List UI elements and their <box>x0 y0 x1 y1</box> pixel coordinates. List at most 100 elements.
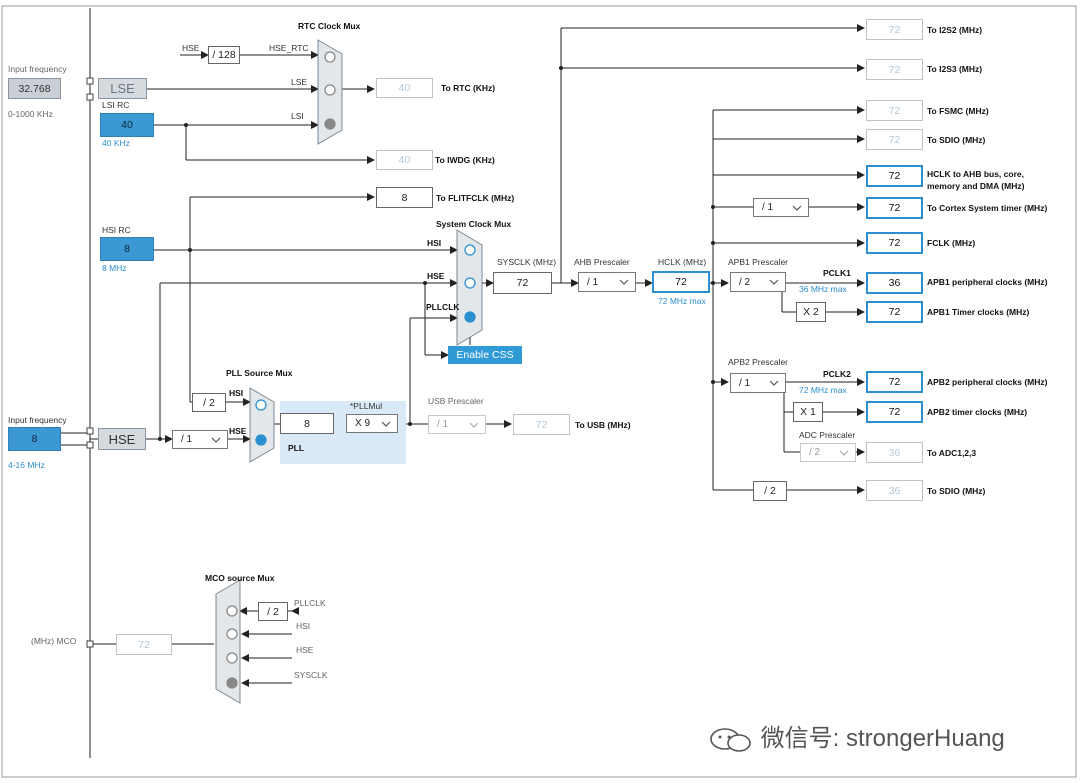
ahb-prescaler-value: / 1 <box>587 276 599 288</box>
fsmc-value: 72 <box>866 100 923 121</box>
fclk-value[interactable]: 72 <box>866 232 923 254</box>
apb2-timer-label: APB2 timer clocks (MHz) <box>927 407 1028 417</box>
cortex-divider-select[interactable]: / 1 <box>753 198 809 217</box>
adc-prescaler-value: / 2 <box>809 447 821 458</box>
cortex-label: To Cortex System timer (MHz) <box>927 203 1048 213</box>
flitf-value: 8 <box>376 187 433 208</box>
adc-prescaler-label: ADC Prescaler <box>799 430 856 440</box>
fsmc-label: To FSMC (MHz) <box>927 106 989 116</box>
hse-input-value[interactable]: 8 <box>8 427 61 451</box>
apb1-prescaler-value: / 2 <box>739 276 751 288</box>
chevron-down-icon <box>211 437 221 443</box>
chevron-down-icon <box>769 279 779 285</box>
usb-output-value: 72 <box>513 414 570 435</box>
lse-input-value[interactable]: 32.768 <box>8 78 61 99</box>
apb2-prescaler-select[interactable]: / 1 <box>730 373 786 393</box>
pclk2-label: PCLK2 <box>823 369 851 379</box>
rtc-lsi-label: LSI <box>291 111 304 121</box>
apb2-timer-value[interactable]: 72 <box>866 401 923 423</box>
i2s3-label: To I2S3 (MHz) <box>927 64 983 74</box>
sdio-value-2: 36 <box>866 480 923 501</box>
apb1-periph-value[interactable]: 36 <box>866 272 923 294</box>
sdio-label-2: To SDIO (MHz) <box>927 486 986 496</box>
adc-value: 36 <box>866 442 923 463</box>
sysclk-mux-title: System Clock Mux <box>436 219 512 229</box>
apb1-timer-value[interactable]: 72 <box>866 301 923 323</box>
cortex-value[interactable]: 72 <box>866 197 923 219</box>
apb1-periph-label: APB1 peripheral clocks (MHz) <box>927 277 1048 287</box>
rtc-lse-label: LSE <box>291 77 308 87</box>
sysclk-mux-hse-label: HSE <box>427 271 445 281</box>
enable-css-button[interactable]: Enable CSS <box>448 346 522 364</box>
chevron-down-icon <box>469 422 479 428</box>
rtc-hse-in-label: HSE <box>182 43 200 53</box>
lse-block: LSE <box>98 78 147 99</box>
fclk-label: FCLK (MHz) <box>927 238 976 248</box>
pll-mux-title: PLL Source Mux <box>226 368 293 378</box>
chevron-down-icon <box>619 279 629 285</box>
pll-hsi-div: / 2 <box>192 393 226 412</box>
sdio-divider-2: / 2 <box>753 481 787 501</box>
rtc-radio-lsi[interactable] <box>324 118 336 130</box>
pclk2-max: 72 MHz max <box>799 385 847 395</box>
pll-mux-hsi-label: HSI <box>229 388 244 398</box>
pll-mul-label: *PLLMul <box>350 401 383 411</box>
adc-prescaler-select[interactable]: / 2 <box>800 443 856 462</box>
apb1-prescaler-select[interactable]: / 2 <box>730 272 786 292</box>
hse-divider-select[interactable]: / 1 <box>172 430 228 449</box>
pll-input-value: 8 <box>280 413 334 434</box>
pll-label: PLL <box>288 443 305 453</box>
chevron-down-icon <box>769 380 779 386</box>
hclk-label: HCLK (MHz) <box>658 257 707 267</box>
chevron-down-icon <box>839 450 849 456</box>
mco-pllclk-div: / 2 <box>258 602 288 621</box>
hsi-rc-label: HSI RC <box>102 225 131 235</box>
sysclk-mux-pllclk-label: PLLCLK <box>426 302 460 312</box>
pll-mux-shape <box>249 387 275 463</box>
sysclk-radio-pllclk[interactable] <box>464 311 476 323</box>
hse-input-range: 4-16 MHz <box>8 460 45 470</box>
rtc-div-128: / 128 <box>208 46 240 64</box>
usb-prescaler-select[interactable]: / 1 <box>428 415 486 434</box>
wechat-icon <box>710 727 751 752</box>
adc-label: To ADC1,2,3 <box>927 448 977 458</box>
ahb-prescaler-select[interactable]: / 1 <box>578 272 636 292</box>
rtc-radio-lse[interactable] <box>324 84 336 96</box>
apb2-timer-mult: X 1 <box>793 402 823 422</box>
i2s3-value: 72 <box>866 59 923 80</box>
mco-mux-title: MCO source Mux <box>205 573 275 583</box>
pll-radio-hse[interactable] <box>255 434 267 446</box>
rtc-radio-hse[interactable] <box>324 51 336 63</box>
pclk1-max: 36 MHz max <box>799 284 847 294</box>
hclk-ahb-label-2: memory and DMA (MHz) <box>927 181 1025 191</box>
pll-mul-value: X 9 <box>355 418 371 429</box>
mco-label: (MHz) MCO <box>31 636 77 646</box>
pclk1-label: PCLK1 <box>823 268 851 278</box>
mco-radio-hsi[interactable] <box>226 628 238 640</box>
mco-pllclk-label: PLLCLK <box>294 598 326 608</box>
sysclk-label: SYSCLK (MHz) <box>497 257 557 267</box>
chevron-down-icon <box>792 205 802 211</box>
mco-sysclk-label: SYSCLK <box>294 670 328 680</box>
mco-radio-hse[interactable] <box>226 652 238 664</box>
sysclk-radio-hsi[interactable] <box>464 244 476 256</box>
hclk-ahb-value[interactable]: 72 <box>866 165 923 187</box>
pll-mul-select[interactable]: X 9 <box>346 414 398 433</box>
sysclk-radio-hse[interactable] <box>464 277 476 289</box>
rtc-output-value: 40 <box>376 78 433 98</box>
rtc-mux-title: RTC Clock Mux <box>298 21 361 31</box>
hse-divider-value: / 1 <box>181 434 193 445</box>
watermark: 微信号: strongerHuang <box>708 718 1005 753</box>
sdio-value-1: 72 <box>866 129 923 150</box>
apb1-timer-label: APB1 Timer clocks (MHz) <box>927 307 1030 317</box>
pll-mux-hse-label: HSE <box>229 426 247 436</box>
hclk-value[interactable]: 72 <box>652 271 710 293</box>
apb2-periph-value[interactable]: 72 <box>866 371 923 393</box>
mco-radio-sysclk[interactable] <box>226 677 238 689</box>
mco-radio-pllclk[interactable] <box>226 605 238 617</box>
pll-radio-hsi[interactable] <box>255 399 267 411</box>
lse-input-range: 0-1000 KHz <box>8 109 53 119</box>
i2s2-value: 72 <box>866 19 923 40</box>
sdio-label-1: To SDIO (MHz) <box>927 135 986 145</box>
mco-hse-label: HSE <box>296 645 314 655</box>
